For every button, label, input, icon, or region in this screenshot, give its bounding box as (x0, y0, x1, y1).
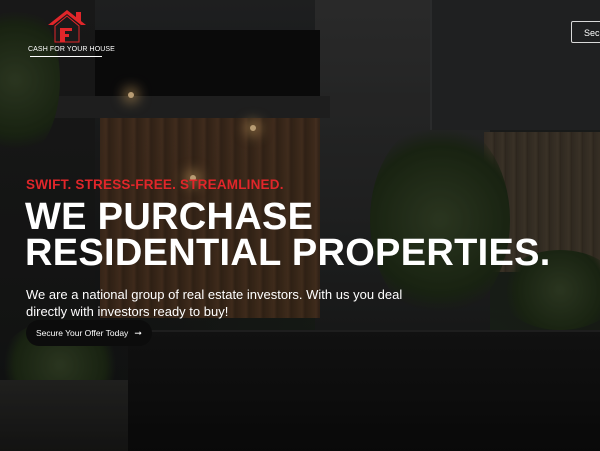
hero-subtext-line1: We are a national group of real estate i… (26, 287, 403, 302)
hero-subtext: We are a national group of real estate i… (26, 286, 403, 320)
header-cta-button[interactable]: Secure Your Offer Today (571, 21, 600, 43)
arrow-right-icon: ➞ (134, 328, 142, 338)
brand-logo[interactable]: CASH FOR YOUR HOUSE (28, 8, 115, 58)
hero-headline: WE PURCHASE RESIDENTIAL PROPERTIES. (25, 196, 551, 274)
logo-underline (30, 56, 102, 57)
hero-headline-line1: WE PURCHASE (25, 196, 314, 238)
hero-headline-line2: RESIDENTIAL PROPERTIES. (25, 232, 551, 274)
secure-offer-button[interactable]: Secure Your Offer Today ➞ (26, 320, 152, 346)
hero-section: CASH FOR YOUR HOUSE Secure Your Offer To… (0, 0, 600, 451)
logo-text: CASH FOR YOUR HOUSE (28, 46, 115, 53)
house-logo-icon (48, 10, 86, 43)
secure-offer-button-label: Secure Your Offer Today (36, 328, 129, 338)
hero-subtext-line2: directly with investors ready to buy! (26, 304, 229, 319)
hero-tagline: SWIFT. STRESS-FREE. STREAMLINED. (26, 177, 284, 192)
